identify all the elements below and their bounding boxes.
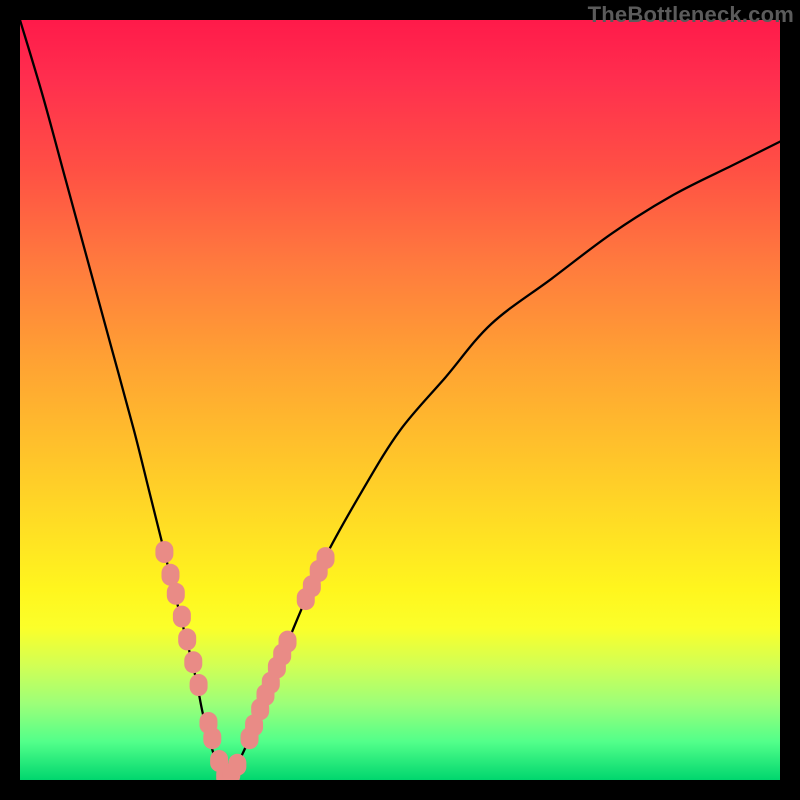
chart-frame bbox=[20, 20, 780, 780]
curve-marker bbox=[173, 606, 191, 628]
curve-marker bbox=[317, 547, 335, 569]
curve-marker bbox=[167, 583, 185, 605]
curve-marker bbox=[161, 564, 179, 586]
curve-marker bbox=[190, 674, 208, 696]
curve-marker bbox=[178, 628, 196, 650]
curve-marker bbox=[203, 727, 221, 749]
bottleneck-plot bbox=[20, 20, 780, 780]
curve-marker bbox=[184, 651, 202, 673]
curve-markers bbox=[155, 541, 334, 780]
curve-marker bbox=[228, 754, 246, 776]
curve-marker bbox=[155, 541, 173, 563]
bottleneck-curve bbox=[20, 20, 780, 780]
watermark-text: TheBottleneck.com bbox=[588, 2, 794, 28]
curve-marker bbox=[279, 631, 297, 653]
